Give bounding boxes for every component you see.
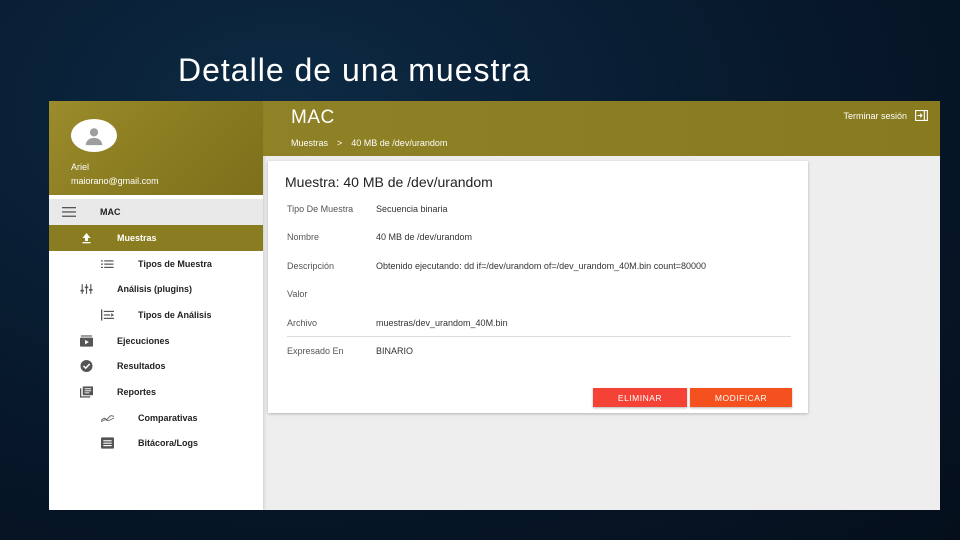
sidebar-item-label: Comparativas [138,412,198,423]
nav-header-label: MAC [100,207,121,217]
app-title: MAC [291,107,335,128]
card-title: Muestra: 40 MB de /dev/urandom [285,174,493,190]
sidebar: Ariel maiorano@gmail.com MAC Muestras Ti… [49,101,263,510]
profile-header: Ariel maiorano@gmail.com [49,101,263,195]
field-value: Secuencia binaria [376,204,448,214]
sidebar-item-label: Bitácora/Logs [138,438,199,449]
avatar[interactable] [71,119,117,152]
field-label: Nombre [287,232,320,242]
nav-header[interactable]: MAC [49,199,263,225]
sidebar-item-bitacora-logs[interactable]: Bitácora/Logs [49,431,263,457]
sidebar-item-muestras[interactable]: Muestras [49,225,263,251]
field-row-expresado: Expresado En BINARIO [287,346,791,356]
field-value: 40 MB de /dev/urandom [376,232,473,242]
sidebar-item-label: Ejecuciones [117,335,170,346]
upload-icon [82,232,90,244]
delete-button[interactable]: ELIMINAR [593,388,687,407]
field-label: Descripción [287,261,335,271]
profile-email: maiorano@gmail.com [71,176,159,186]
app-window: Ariel maiorano@gmail.com MAC Muestras Ti… [49,101,940,510]
field-label: Archivo [287,318,318,328]
sidebar-item-tipos-de-muestra[interactable]: Tipos de Muestra [49,251,263,277]
sidebar-item-label: Reportes [117,386,157,397]
sidebar-item-comparativas[interactable]: Comparativas [49,405,263,431]
report-icon [79,386,93,398]
person-icon [85,127,103,145]
top-bar: MAC Muestras > 40 MB de /dev/urandom Ter… [263,101,940,156]
sidebar-item-reportes[interactable]: Reportes [49,379,263,405]
logout-button[interactable]: Terminar sesión [843,110,928,121]
sidebar-item-ejecuciones[interactable]: Ejecuciones [49,328,263,354]
sidebar-item-label: Resultados [117,361,166,372]
breadcrumb-separator: > [337,138,343,148]
sidebar-item-analisis[interactable]: Análisis (plugins) [49,276,263,302]
logout-label: Terminar sesión [843,110,907,121]
field-value: BINARIO [376,346,414,356]
sidebar-item-label: Tipos de Muestra [138,258,212,269]
field-row-valor: Valor [287,289,791,299]
sidebar-item-resultados[interactable]: Resultados [49,353,263,379]
field-label: Tipo De Muestra [287,204,354,214]
field-row-tipo: Tipo De Muestra Secuencia binaria [287,204,791,214]
divider [287,336,791,337]
sliders-icon [79,284,93,295]
sidebar-item-label: Tipos de Análisis [138,309,212,320]
check-circle-icon [80,360,92,373]
chart-line-icon [100,414,114,422]
list-alt-icon [100,309,114,321]
play-box-icon [79,335,93,347]
slide-title: Detalle de una muestra [178,52,531,88]
breadcrumb-current: 40 MB de /dev/urandom [351,138,448,148]
sidebar-item-tipos-de-analisis[interactable]: Tipos de Análisis [49,302,263,328]
exit-icon [915,110,928,121]
sample-detail-card: Muestra: 40 MB de /dev/urandom Tipo De M… [268,161,808,413]
field-value: Obtenido ejecutando: dd if=/dev/urandom … [376,261,706,271]
field-label: Expresado En [287,346,344,356]
field-row-descripcion: Descripción Obtenido ejecutando: dd if=/… [287,261,791,271]
field-row-archivo: Archivo muestras/dev_urandom_40M.bin [287,318,791,328]
breadcrumb: Muestras > 40 MB de /dev/urandom [291,138,447,148]
list-icon [100,259,114,268]
sidebar-item-label: Análisis (plugins) [117,284,193,295]
breadcrumb-root[interactable]: Muestras [291,138,328,148]
sidebar-item-label: Muestras [117,232,157,243]
profile-name: Ariel [71,162,90,172]
field-label: Valor [287,289,308,299]
log-icon [100,437,114,449]
modify-button[interactable]: MODIFICAR [690,388,792,407]
menu-icon[interactable] [62,207,76,217]
field-value: muestras/dev_urandom_40M.bin [376,318,508,328]
field-row-nombre: Nombre 40 MB de /dev/urandom [287,232,791,242]
